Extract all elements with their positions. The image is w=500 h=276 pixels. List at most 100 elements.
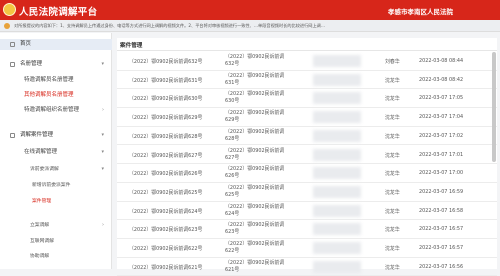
app-title: 人民法院调解平台: [19, 7, 98, 18]
sidebar-item-label: 诉前委派调解: [30, 167, 59, 172]
sidebar-item-home[interactable]: 首页: [0, 39, 112, 50]
table-row[interactable]: （2022）鄂0902民诉前调621号 （2022）鄂0902民诉前调621号 …: [117, 258, 497, 276]
notice-bar: 对所报提议的内容如下：1、支持调解员上传通过身份、电话等方式进行网上调解的视频文…: [0, 20, 500, 32]
chevron-down-icon: ▾: [101, 61, 104, 67]
sidebar-item-internet-mediation[interactable]: 互联网调解: [0, 236, 112, 247]
main-content: 案件管理 （2022）鄂0902民诉前调632号 （2022）鄂0902民诉前调…: [117, 38, 497, 276]
case-number-secondary: （2022）鄂0902民诉前调628号: [225, 128, 285, 142]
created-time: 2022-03-07 16:58: [419, 207, 464, 214]
mediator-name: 沈龙华: [385, 246, 400, 252]
sidebar-item-online-mediation[interactable]: 在线调解管理 ▾: [0, 147, 112, 158]
mediator-name: 沈龙华: [385, 189, 400, 196]
created-time: 2022-03-08 08:42: [419, 76, 464, 83]
table-row[interactable]: （2022）鄂0902民诉前调631号 （2022）鄂0902民诉前调631号 …: [117, 71, 497, 90]
case-number-secondary: （2022）鄂0902民诉前调629号: [225, 110, 285, 124]
case-number-secondary: （2022）鄂0902民诉前调632号: [225, 54, 285, 67]
sidebar-item-label: 特邀调解员名册管理: [24, 77, 74, 83]
top-header: 人民法院调解平台 孝感市孝南区人民法院: [0, 0, 500, 20]
sidebar-item-roster[interactable]: 名册管理 ▾: [0, 59, 112, 70]
tab-bar: 案件管理: [117, 38, 497, 51]
table-row[interactable]: （2022）鄂0902民诉前调624号 （2022）鄂0902民诉前调624号 …: [117, 202, 497, 221]
case-number-secondary: （2022）鄂0902民诉前调624号: [225, 203, 285, 217]
created-time: 2022-03-07 16:59: [419, 188, 464, 195]
table-row[interactable]: （2022）鄂0902民诉前调625号 （2022）鄂0902民诉前调625号 …: [117, 183, 497, 202]
case-number-secondary: （2022）鄂0902民诉前调630号: [225, 91, 285, 105]
mediator-name: 沈龙华: [385, 227, 400, 234]
sidebar-item-label: 互联网调解: [30, 239, 54, 244]
case-number: （2022）鄂0902民诉前调631号: [129, 77, 203, 84]
case-number-secondary: （2022）鄂0902民诉前调622号: [225, 241, 285, 254]
redacted-block: [313, 92, 361, 105]
case-number: （2022）鄂0902民诉前调623号: [129, 227, 203, 234]
mediator-name: 沈龙华: [385, 264, 400, 271]
sidebar-item-case-management[interactable]: 调解案件管理 ▾: [0, 130, 112, 141]
created-time: 2022-03-07 16:57: [419, 245, 464, 251]
table-row[interactable]: （2022）鄂0902民诉前调629号 （2022）鄂0902民诉前调629号 …: [117, 108, 497, 127]
sidebar-item-label: 其他调解员名册管理: [24, 92, 74, 98]
redacted-block: [313, 129, 361, 142]
created-time: 2022-03-07 17:01: [419, 151, 464, 158]
sidebar-item-label: 调解案件管理: [20, 132, 54, 138]
created-time: 2022-03-07 16:57: [419, 226, 464, 233]
list-icon: [10, 62, 15, 67]
case-number-secondary: （2022）鄂0902民诉前调626号: [225, 166, 285, 180]
sidebar-item-pre-litigation[interactable]: 诉前委派调解 ▾: [0, 164, 112, 175]
table-row[interactable]: （2022）鄂0902民诉前调627号 （2022）鄂0902民诉前调627号 …: [117, 146, 497, 165]
created-time: 2022-03-08 08:44: [419, 58, 464, 64]
home-icon: [10, 42, 15, 47]
redacted-block: [313, 73, 361, 86]
redacted-block: [313, 167, 361, 180]
redacted-block: [313, 148, 361, 161]
sidebar-item-other-mediator[interactable]: 其他调解员名册管理: [0, 90, 112, 101]
created-time: 2022-03-07 17:02: [419, 132, 464, 139]
sidebar-item-mediation-org[interactable]: 特邀调解组织名册管理 ›: [0, 105, 112, 116]
created-time: 2022-03-07 17:05: [419, 95, 464, 102]
created-time: 2022-03-07 17:00: [419, 170, 464, 177]
case-number: （2022）鄂0902民诉前调632号: [129, 59, 203, 65]
case-number: （2022）鄂0902民诉前调628号: [129, 133, 203, 140]
sidebar-item-label: 协助调解: [30, 254, 50, 259]
table-row[interactable]: （2022）鄂0902民诉前调632号 （2022）鄂0902民诉前调632号 …: [117, 52, 497, 71]
redacted-block: [313, 260, 361, 273]
case-number: （2022）鄂0902民诉前调621号: [129, 264, 203, 271]
redacted-block: [313, 55, 361, 67]
sidebar-item-label: 在线调解管理: [24, 149, 58, 155]
mediator-name: 沈龙华: [385, 152, 400, 159]
mediator-name: 沈龙华: [385, 171, 400, 178]
sidebar: 首页 名册管理 ▾ 特邀调解员名册管理 其他调解员名册管理 特邀调解组织名册管理…: [0, 33, 112, 269]
sidebar-item-special-mediator[interactable]: 特邀调解员名册管理: [0, 75, 112, 86]
court-emblem-icon: [3, 3, 16, 16]
case-number-secondary: （2022）鄂0902民诉前调625号: [225, 184, 285, 198]
table-row[interactable]: （2022）鄂0902民诉前调622号 （2022）鄂0902民诉前调622号 …: [117, 239, 497, 258]
sidebar-item-case-list[interactable]: 案件管理: [0, 196, 112, 207]
redacted-block: [313, 111, 361, 124]
sidebar-item-label: 首页: [20, 41, 32, 47]
table-row[interactable]: （2022）鄂0902民诉前调630号 （2022）鄂0902民诉前调630号 …: [117, 89, 497, 109]
mediator-name: 沈龙华: [385, 77, 400, 84]
chevron-right-icon: ›: [102, 222, 104, 228]
notice-text: 对所报提议的内容如下：1、支持调解员上传通过身份、电话等方式进行网上调解的视频文…: [14, 23, 326, 28]
case-number: （2022）鄂0902民诉前调629号: [129, 115, 203, 122]
case-number: （2022）鄂0902民诉前调625号: [129, 189, 203, 196]
sidebar-item-new-pre-litigation-case[interactable]: 新增诉前委派案件: [0, 180, 112, 191]
case-number: （2022）鄂0902民诉前调624号: [129, 208, 203, 215]
scrollbar[interactable]: [492, 52, 496, 162]
folder-icon: [10, 133, 15, 138]
case-number: （2022）鄂0902民诉前调626号: [129, 171, 203, 178]
chevron-right-icon: ›: [102, 107, 104, 113]
tab-case-management[interactable]: 案件管理: [120, 41, 142, 49]
redacted-block: [313, 242, 361, 254]
case-number-secondary: （2022）鄂0902民诉前调621号: [225, 259, 285, 273]
chevron-down-icon: ▾: [101, 132, 104, 138]
chevron-down-icon: ▾: [101, 149, 104, 155]
table-row[interactable]: （2022）鄂0902民诉前调623号 （2022）鄂0902民诉前调623号 …: [117, 220, 497, 239]
redacted-block: [313, 223, 361, 236]
sidebar-item-filing-mediation[interactable]: 立案调解 ›: [0, 220, 112, 231]
mediator-name: 刘春华: [385, 59, 400, 65]
sidebar-item-assisted-mediation[interactable]: 协助调解: [0, 251, 112, 262]
case-number-secondary: （2022）鄂0902民诉前调627号: [225, 147, 285, 161]
table-row[interactable]: （2022）鄂0902民诉前调626号 （2022）鄂0902民诉前调626号 …: [117, 164, 497, 183]
table-row[interactable]: （2022）鄂0902民诉前调628号 （2022）鄂0902民诉前调628号 …: [117, 127, 497, 146]
case-number: （2022）鄂0902民诉前调630号: [129, 96, 203, 103]
mediator-name: 沈龙华: [385, 208, 400, 215]
